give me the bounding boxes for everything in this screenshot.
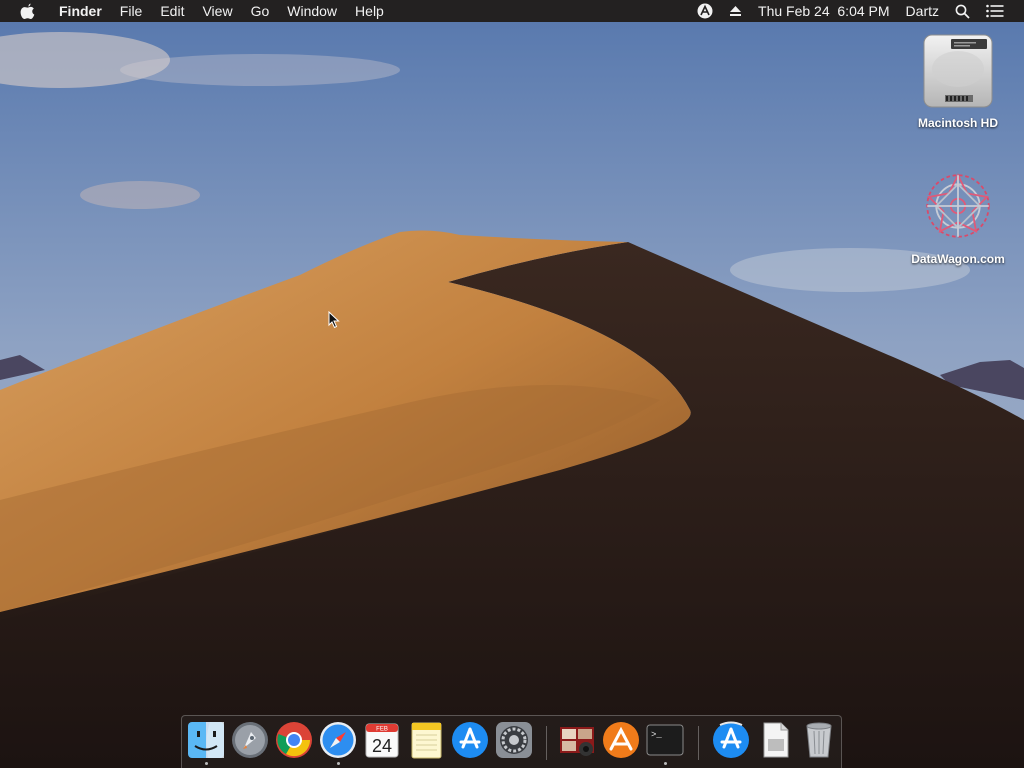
finder-icon: [188, 722, 224, 758]
notification-center-icon[interactable]: [978, 0, 1012, 22]
apple-menu-icon[interactable]: [20, 2, 36, 20]
photo-booth-icon: [560, 727, 594, 756]
app-store-icon: [452, 722, 488, 758]
desktop-icon-label: DataWagon.com: [911, 252, 1005, 266]
menubar-clock[interactable]: Thu Feb 24 6:04 PM: [750, 0, 898, 22]
running-indicator: [336, 762, 340, 765]
dock-avast[interactable]: [602, 721, 640, 761]
dock-notes[interactable]: [407, 721, 445, 761]
dock-app-store[interactable]: [451, 721, 489, 761]
dock-finder[interactable]: [187, 721, 225, 765]
notes-icon: [411, 722, 442, 759]
calendar-month: FEB: [376, 727, 388, 733]
menubar-user[interactable]: Dartz: [898, 0, 947, 22]
dock-system-preferences[interactable]: [495, 721, 533, 761]
calendar-icon: FEB 24: [365, 723, 399, 758]
menu-edit[interactable]: Edit: [151, 0, 193, 22]
spotlight-search-icon[interactable]: [947, 0, 978, 22]
dock-terminal[interactable]: >_: [646, 721, 684, 765]
desktop-icon-datawagon[interactable]: DataWagon.com: [903, 166, 1013, 266]
dock-documents[interactable]: [756, 721, 794, 761]
calendar-day: 24: [372, 736, 392, 756]
datawagon-icon: [920, 166, 996, 246]
menu-view[interactable]: View: [193, 0, 241, 22]
safari-icon: [320, 722, 356, 758]
trash-icon: [806, 722, 832, 758]
terminal-icon: >_: [646, 724, 684, 756]
system-preferences-icon: [496, 722, 532, 758]
status-app-icon[interactable]: [689, 0, 721, 22]
dock-calendar[interactable]: FEB 24: [363, 721, 401, 761]
dock-photo-booth[interactable]: [558, 721, 596, 761]
menu-go[interactable]: Go: [242, 0, 279, 22]
running-indicator: [204, 762, 208, 765]
menu-bar: Finder File Edit View Go Window Help Thu…: [0, 0, 1024, 22]
dock-safari[interactable]: [319, 721, 357, 765]
documents-icon: [763, 722, 789, 758]
dock-downloads[interactable]: [712, 721, 750, 761]
dock-chrome[interactable]: [275, 721, 313, 761]
desktop-icon-label: Macintosh HD: [917, 116, 998, 130]
hard-drive-icon: [920, 30, 996, 110]
dock-separator: [546, 726, 547, 760]
terminal-prompt: >_: [651, 730, 662, 740]
menu-app-finder[interactable]: Finder: [50, 0, 111, 22]
dock-launchpad[interactable]: [231, 721, 269, 761]
menu-window[interactable]: Window: [278, 0, 346, 22]
downloads-icon: [713, 721, 749, 758]
eject-icon[interactable]: [721, 0, 750, 22]
desktop-icon-macintosh-hd[interactable]: Macintosh HD: [903, 30, 1013, 130]
launchpad-icon: [232, 722, 268, 758]
chrome-icon: [276, 722, 312, 758]
running-indicator: [663, 762, 667, 765]
menu-file[interactable]: File: [111, 0, 152, 22]
avast-icon: [603, 722, 639, 758]
dock-separator: [698, 726, 699, 760]
dock-trash[interactable]: [800, 721, 838, 761]
mouse-pointer-icon: [328, 310, 340, 329]
menu-help[interactable]: Help: [346, 0, 393, 22]
desktop-wallpaper: [0, 0, 1024, 768]
dock: FEB 24 >_: [181, 715, 842, 768]
